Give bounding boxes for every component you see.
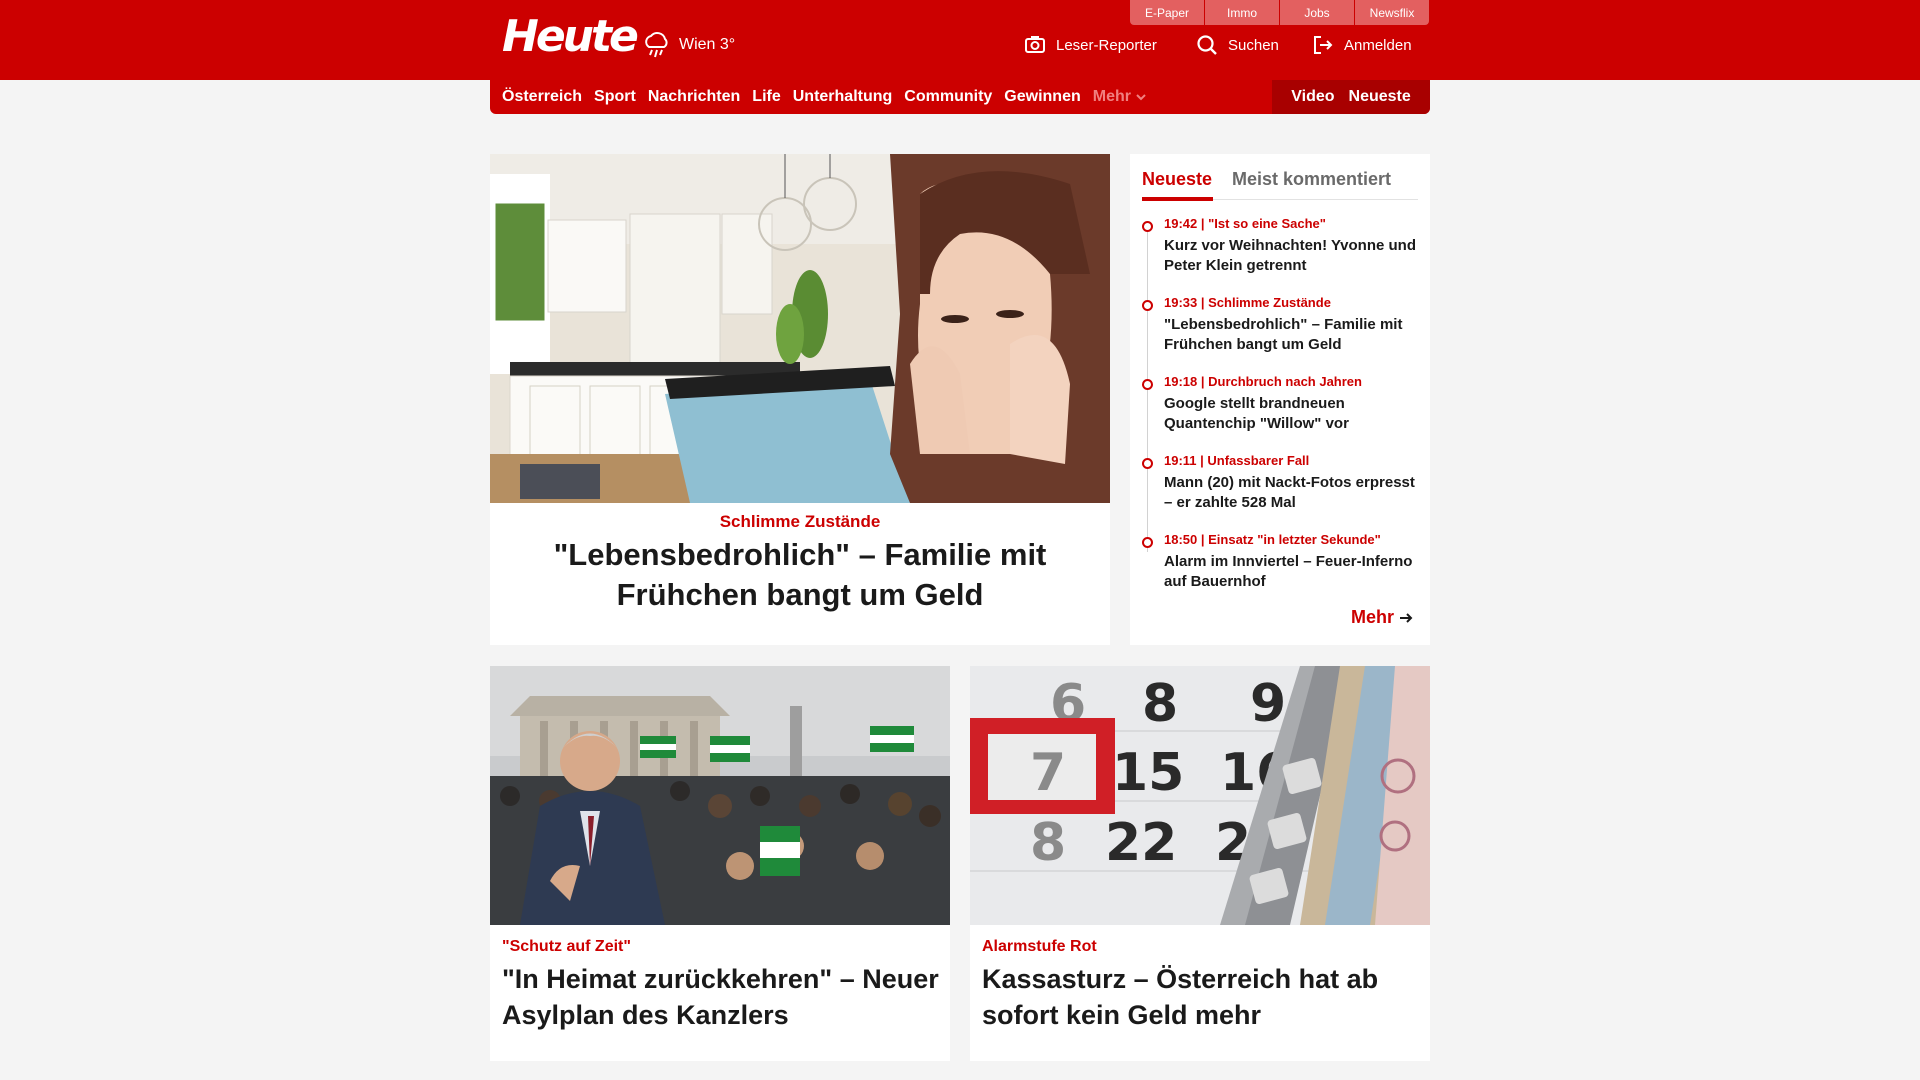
search-label: Suchen bbox=[1228, 36, 1279, 54]
nav-item-oesterreich[interactable]: Österreich bbox=[502, 88, 582, 106]
latest-news-sidebar: Neueste Meist kommentiert 19:42 | "Ist s… bbox=[1130, 154, 1430, 645]
article-image bbox=[490, 666, 950, 925]
main-navigation: Österreich Sport Nachrichten Life Unterh… bbox=[490, 80, 1430, 114]
nav-item-life[interactable]: Life bbox=[752, 88, 780, 106]
news-meta: 19:11 | Unfassbarer Fall bbox=[1164, 453, 1310, 468]
hero-kicker: Schlimme Zustände bbox=[719, 512, 881, 531]
leser-reporter-button[interactable]: Leser-Reporter bbox=[1024, 34, 1157, 56]
news-title[interactable]: Alarm im Innviertel – Feuer-Inferno auf … bbox=[1164, 552, 1422, 592]
news-title[interactable]: Google stellt brandneuen Quantenchip "Wi… bbox=[1164, 394, 1422, 434]
news-meta: 19:42 | "Ist so eine Sache" bbox=[1164, 216, 1326, 231]
search-icon bbox=[1196, 34, 1218, 56]
timeline-dot-icon bbox=[1142, 458, 1153, 469]
news-meta: 18:50 | Einsatz "in letzter Sekunde" bbox=[1164, 532, 1381, 547]
timeline-dot-icon bbox=[1142, 221, 1153, 232]
article-title[interactable]: "In Heimat zurückkehren" – Neuer Asylpla… bbox=[502, 961, 942, 1033]
svg-text:22: 22 bbox=[1105, 813, 1177, 873]
nav-more-menu[interactable]: Mehr bbox=[1093, 88, 1147, 106]
active-tab-indicator bbox=[1142, 197, 1213, 201]
sidebar-tabs: Neueste Meist kommentiert bbox=[1142, 164, 1418, 201]
nav-right-group: Video Neueste bbox=[1272, 80, 1430, 114]
news-title[interactable]: Kurz vor Weihnachten! Yvonne und Peter K… bbox=[1164, 236, 1422, 276]
timeline-dot-icon bbox=[1142, 300, 1153, 311]
top-bar: Heute Wien 3° E-Paper Immo Jobs Newsflix… bbox=[0, 0, 1920, 80]
tab-neueste[interactable]: Neueste bbox=[1142, 169, 1212, 190]
tab-meist-kommentiert[interactable]: Meist kommentiert bbox=[1232, 169, 1391, 190]
svg-text:15: 15 bbox=[1112, 743, 1184, 803]
article-image: 6 8 9 7 15 16 8 22 2 bbox=[970, 666, 1430, 925]
sidebar-more-link[interactable]: Mehr bbox=[1351, 607, 1414, 628]
rain-cloud-icon bbox=[641, 30, 671, 60]
article-card-kassasturz[interactable]: 6 8 9 7 15 16 8 22 2 Alarmstufe Rot Kass… bbox=[970, 666, 1430, 1061]
nav-more-label: Mehr bbox=[1092, 88, 1131, 105]
login-button[interactable]: Anmelden bbox=[1312, 34, 1412, 56]
weather-widget[interactable]: Wien 3° bbox=[641, 30, 735, 60]
service-link-newsflix[interactable]: Newsflix bbox=[1355, 0, 1429, 25]
nav-item-sport[interactable]: Sport bbox=[594, 88, 636, 106]
search-button[interactable]: Suchen bbox=[1196, 34, 1279, 56]
chevron-down-icon bbox=[1135, 91, 1147, 103]
heute-logo[interactable]: Heute bbox=[502, 14, 639, 60]
nav-item-unterhaltung[interactable]: Unterhaltung bbox=[793, 88, 893, 106]
hero-title[interactable]: "Lebensbedrohlich" – Familie mit Frühche… bbox=[520, 535, 1080, 615]
nav-item-gewinnen[interactable]: Gewinnen bbox=[1004, 88, 1080, 106]
service-link-jobs[interactable]: Jobs bbox=[1280, 0, 1354, 25]
hero-article[interactable]: Schlimme Zustände "Lebensbedrohlich" – F… bbox=[490, 154, 1110, 645]
timeline-dot-icon bbox=[1142, 537, 1153, 548]
arrow-right-icon bbox=[1398, 610, 1414, 626]
sidebar-more-label: Mehr bbox=[1350, 607, 1394, 627]
nav-item-video[interactable]: Video bbox=[1291, 88, 1334, 106]
login-label: Anmelden bbox=[1344, 36, 1412, 54]
news-meta: 19:33 | Schlimme Zustände bbox=[1164, 295, 1331, 310]
article-kicker: Alarmstufe Rot bbox=[982, 938, 1097, 955]
login-icon bbox=[1312, 34, 1334, 56]
nav-item-neueste[interactable]: Neueste bbox=[1349, 88, 1411, 106]
weather-label: Wien 3° bbox=[679, 36, 736, 53]
timeline-dot-icon bbox=[1142, 379, 1153, 390]
service-link-epaper[interactable]: E-Paper bbox=[1130, 0, 1204, 25]
svg-text:8: 8 bbox=[1142, 674, 1178, 734]
camera-icon bbox=[1024, 34, 1046, 56]
service-link-immo[interactable]: Immo bbox=[1205, 0, 1279, 25]
svg-text:9: 9 bbox=[1250, 674, 1286, 734]
article-card-asyl[interactable]: "Schutz auf Zeit" "In Heimat zurückkehre… bbox=[490, 666, 950, 1061]
hero-image bbox=[490, 154, 1110, 503]
article-title[interactable]: Kassasturz – Österreich hat ab sofort ke… bbox=[982, 961, 1422, 1033]
nav-item-nachrichten[interactable]: Nachrichten bbox=[648, 88, 740, 106]
article-kicker: "Schutz auf Zeit" bbox=[502, 938, 631, 955]
news-title[interactable]: "Lebensbedrohlich" – Familie mit Frühche… bbox=[1164, 315, 1422, 355]
leser-reporter-label: Leser-Reporter bbox=[1056, 36, 1157, 54]
news-meta: 19:18 | Durchbruch nach Jahren bbox=[1164, 374, 1362, 389]
svg-text:8: 8 bbox=[1030, 813, 1066, 873]
nav-item-community[interactable]: Community bbox=[904, 88, 992, 106]
svg-text:7: 7 bbox=[1030, 743, 1066, 803]
news-title[interactable]: Mann (20) mit Nackt-Fotos erpresst – er … bbox=[1164, 473, 1422, 513]
service-links: E-Paper Immo Jobs Newsflix bbox=[1130, 0, 1429, 25]
